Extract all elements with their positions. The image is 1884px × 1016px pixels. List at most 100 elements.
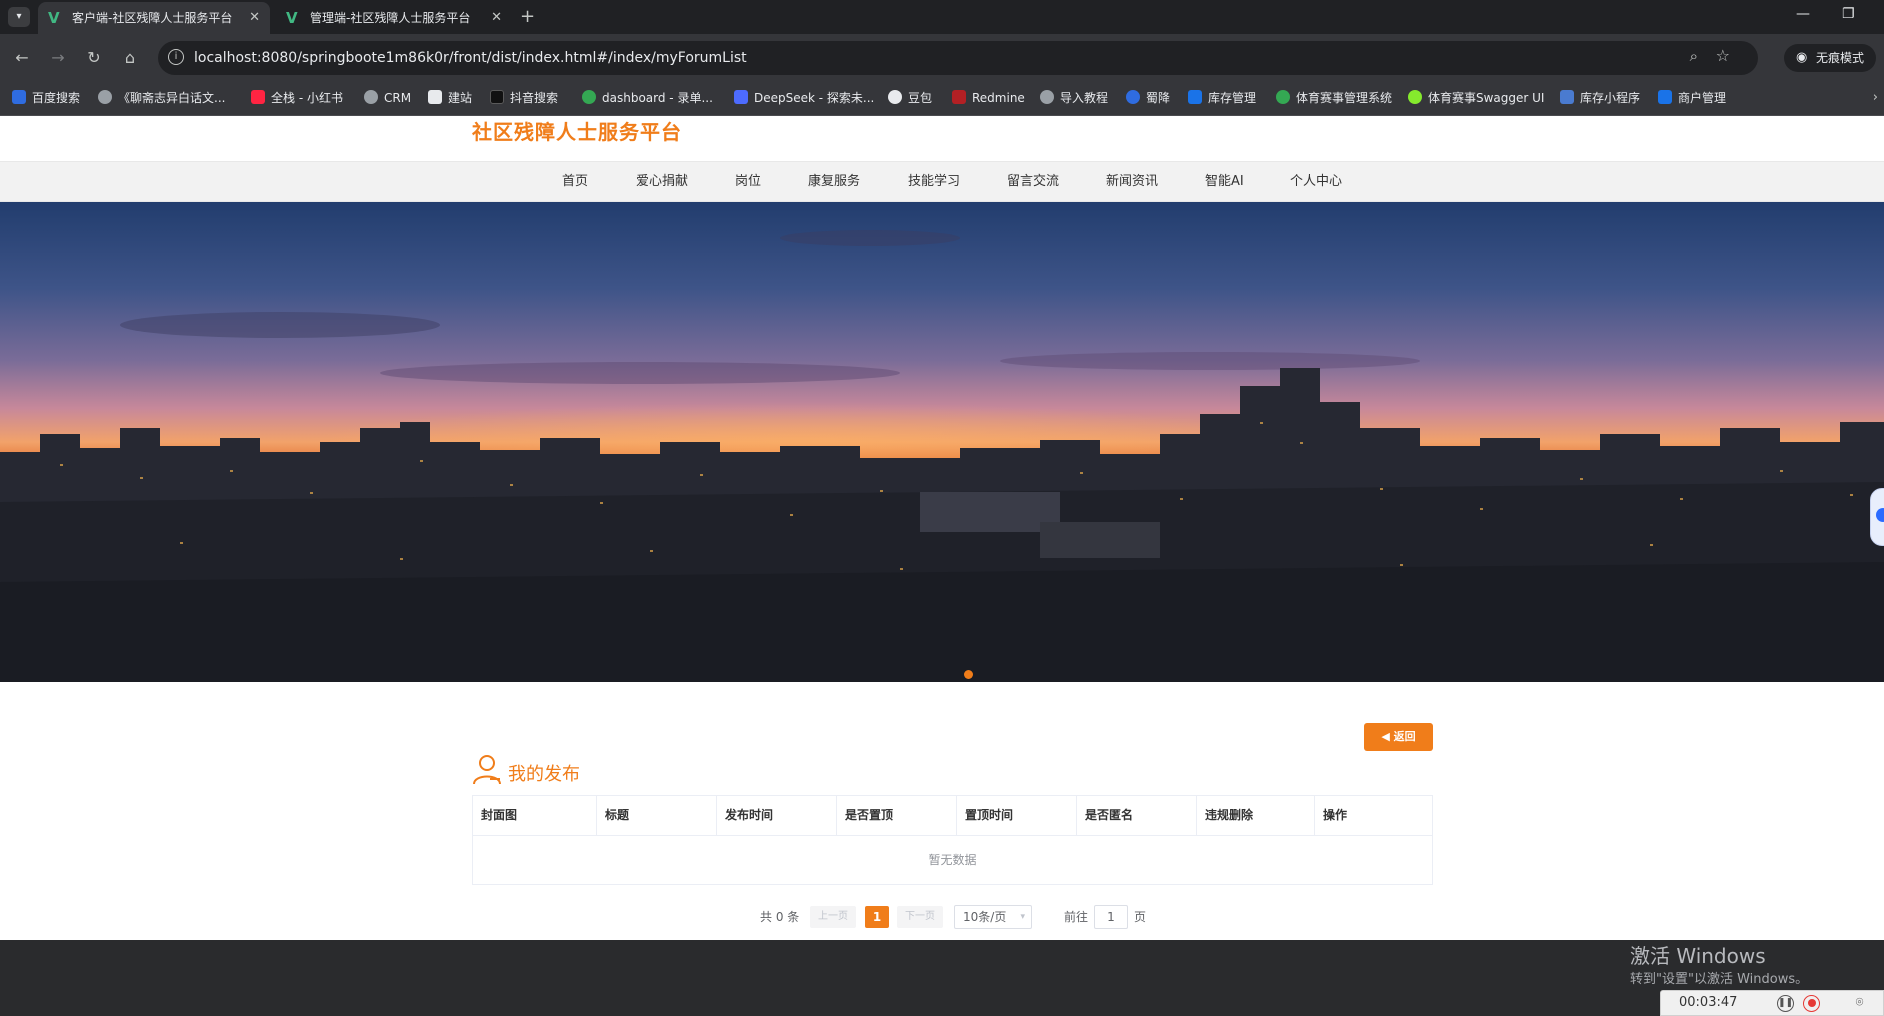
- bookmark-favicon-icon: [490, 90, 504, 104]
- bookmark-label: 《聊斋志异白话文...: [118, 91, 226, 105]
- bookmark-item[interactable]: 库存管理: [1188, 82, 1256, 114]
- floating-assistant-widget[interactable]: [1870, 488, 1884, 546]
- hero-banner-carousel[interactable]: [0, 202, 1884, 682]
- pagination: 共 0 条 上一页 1 下一页 10条/页 ▾ 前往 1 页: [0, 904, 1884, 934]
- windows-activation-watermark: 激活 Windows: [1630, 944, 1766, 968]
- bookmark-favicon-icon: [1560, 90, 1574, 104]
- bookmark-item[interactable]: CRM: [364, 82, 411, 114]
- bookmark-favicon-icon: [1188, 90, 1202, 104]
- bookmark-label: 豆包: [908, 91, 933, 105]
- pagination-prev-button[interactable]: 上一页: [810, 906, 856, 928]
- nav-donation[interactable]: 爱心捐献: [636, 162, 688, 202]
- bookmark-favicon-icon: [428, 90, 442, 104]
- bookmark-label: 蜀降: [1146, 91, 1171, 105]
- reload-icon[interactable]: ↻: [82, 46, 106, 70]
- tab-search-chevron-icon[interactable]: ▾: [8, 7, 30, 27]
- bookmark-favicon-icon: [1276, 90, 1290, 104]
- bookmark-item[interactable]: 体育赛事Swagger UI: [1408, 82, 1544, 114]
- back-button[interactable]: ◀ 返回: [1364, 723, 1433, 751]
- bookmark-item[interactable]: 豆包: [888, 82, 932, 114]
- nav-skills[interactable]: 技能学习: [908, 162, 960, 202]
- bookmark-star-icon[interactable]: ☆: [1716, 46, 1730, 65]
- page-viewport: 社区残障人士服务平台 首页 爱心捐献 岗位 康复服务 技能学习 留言交流 新闻资…: [0, 116, 1884, 1016]
- nav-news[interactable]: 新闻资讯: [1106, 162, 1158, 202]
- back-arrow-icon[interactable]: ←: [10, 46, 34, 70]
- column-is-anonymous: 是否匿名: [1077, 796, 1197, 835]
- bookmark-favicon-icon: [98, 90, 112, 104]
- tab-close-icon[interactable]: ✕: [491, 2, 502, 34]
- goto-page-input[interactable]: 1: [1094, 905, 1128, 929]
- bookmark-favicon-icon: [1408, 90, 1422, 104]
- back-button-label: 返回: [1393, 730, 1416, 743]
- bookmark-item[interactable]: 百度搜索: [12, 82, 80, 114]
- banner-cityscape: [0, 368, 1884, 682]
- page-size-value: 10条/页: [963, 910, 1007, 924]
- incognito-icon: ◉: [1795, 50, 1808, 65]
- bookmark-item[interactable]: DeepSeek - 探索未...: [734, 82, 874, 114]
- pagination-next-button[interactable]: 下一页: [897, 906, 943, 928]
- nav-rehab[interactable]: 康复服务: [808, 162, 860, 202]
- bookmark-label: 全栈 - 小红书: [271, 91, 343, 105]
- forward-arrow-icon[interactable]: →: [46, 46, 70, 70]
- windows-activation-hint: 转到"设置"以激活 Windows。: [1630, 972, 1809, 987]
- zoom-icon[interactable]: ⌕: [1690, 47, 1698, 65]
- bookmark-item[interactable]: dashboard - 录单...: [582, 82, 713, 114]
- goto-suffix: 页: [1134, 910, 1147, 924]
- bookmark-item[interactable]: 全栈 - 小红书: [251, 82, 343, 114]
- pause-icon[interactable]: ❚❚: [1777, 995, 1794, 1012]
- nav-ai[interactable]: 智能AI: [1205, 162, 1244, 202]
- vue-favicon-icon: V: [286, 9, 298, 27]
- minimize-icon[interactable]: —: [1796, 6, 1810, 22]
- tab-client[interactable]: V 客户端-社区残障人士服务平台 ✕: [38, 2, 270, 34]
- bookmark-item[interactable]: 抖音搜索: [490, 82, 558, 114]
- bookmark-item[interactable]: 体育赛事管理系统: [1276, 82, 1392, 114]
- page-size-select[interactable]: 10条/页 ▾: [954, 905, 1032, 929]
- bookmark-item[interactable]: 蜀降: [1126, 82, 1170, 114]
- bookmark-item[interactable]: 《聊斋志异白话文...: [98, 82, 225, 114]
- bookmark-item[interactable]: 建站: [428, 82, 472, 114]
- bookmark-item[interactable]: 导入教程: [1040, 82, 1108, 114]
- bookmark-item[interactable]: 商户管理: [1658, 82, 1726, 114]
- section-title: 我的发布: [508, 764, 580, 785]
- bookmark-label: 体育赛事Swagger UI: [1428, 91, 1545, 105]
- nav-messages[interactable]: 留言交流: [1007, 162, 1059, 202]
- stop-record-icon[interactable]: [1803, 995, 1820, 1012]
- incognito-badge[interactable]: ◉ 无痕模式: [1783, 44, 1876, 72]
- carousel-indicator-dot[interactable]: [964, 670, 973, 679]
- home-icon[interactable]: ⌂: [118, 46, 142, 70]
- bookmark-item[interactable]: Redmine: [952, 82, 1025, 114]
- bookmark-favicon-icon: [734, 90, 748, 104]
- column-is-pinned: 是否置顶: [837, 796, 957, 835]
- bookmark-label: 百度搜索: [32, 91, 81, 105]
- bookmark-label: 库存管理: [1208, 91, 1257, 105]
- nav-profile[interactable]: 个人中心: [1290, 162, 1342, 202]
- chevron-down-icon: ▾: [1020, 912, 1025, 922]
- tab-admin[interactable]: V 管理端-社区残障人士服务平台 ✕: [276, 2, 512, 34]
- pagination-page-current[interactable]: 1: [865, 906, 889, 928]
- tab-close-icon[interactable]: ✕: [249, 2, 260, 34]
- restore-icon[interactable]: ❐: [1842, 6, 1855, 22]
- nav-jobs[interactable]: 岗位: [735, 162, 761, 202]
- bookmark-label: 商户管理: [1678, 91, 1727, 105]
- bookmark-label: 建站: [448, 91, 473, 105]
- bookmark-label: 库存小程序: [1580, 91, 1641, 105]
- bookmark-favicon-icon: [1658, 90, 1672, 104]
- bookmarks-overflow-icon[interactable]: ›: [1873, 82, 1878, 114]
- bookmark-item[interactable]: 库存小程序: [1560, 82, 1640, 114]
- bookmark-label: Redmine: [972, 91, 1025, 105]
- column-violation-delete: 违规删除: [1197, 796, 1315, 835]
- url-text[interactable]: localhost:8080/springboote1m86k0r/front/…: [194, 41, 747, 75]
- nav-home[interactable]: 首页: [562, 162, 588, 202]
- camera-icon[interactable]: ⌾: [1851, 995, 1868, 1012]
- site-info-icon[interactable]: i: [168, 49, 184, 65]
- bookmark-favicon-icon: [582, 90, 596, 104]
- browser-tab-strip: ▾ V 客户端-社区残障人士服务平台 ✕ V 管理端-社区残障人士服务平台 ✕ …: [0, 0, 1884, 34]
- assistant-icon: [1876, 508, 1884, 522]
- screen-recorder-bar: 00:03:47 ❚❚ ⌾: [1660, 990, 1884, 1016]
- bookmarks-bar: 百度搜索 《聊斋志异白话文... 全栈 - 小红书 CRM 建站 抖音搜索 da…: [0, 82, 1884, 116]
- bookmark-label: dashboard - 录单...: [602, 91, 713, 105]
- bookmark-favicon-icon: [1126, 90, 1140, 104]
- user-icon: [473, 755, 501, 785]
- address-bar[interactable]: i localhost:8080/springboote1m86k0r/fron…: [158, 41, 1758, 75]
- new-tab-button[interactable]: +: [520, 3, 535, 31]
